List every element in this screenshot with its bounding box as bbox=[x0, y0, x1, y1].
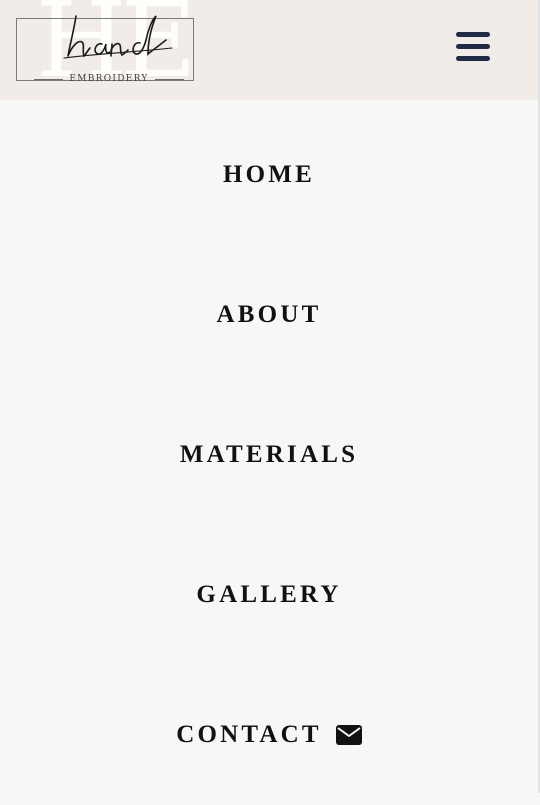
nav-item-label: GALLERY bbox=[196, 581, 342, 608]
hamburger-bar bbox=[456, 44, 490, 49]
nav-item-contact[interactable]: CONTACT bbox=[0, 665, 538, 805]
nav-item-about[interactable]: ABOUT bbox=[0, 245, 538, 385]
nav-item-label: ABOUT bbox=[216, 301, 322, 328]
nav-item-materials[interactable]: MATERIALS bbox=[0, 385, 538, 525]
nav-item-home[interactable]: HOME bbox=[0, 105, 538, 245]
nav-item-label: MATERIALS bbox=[179, 441, 359, 468]
logo-rule-right bbox=[154, 78, 184, 80]
nav-item-gallery[interactable]: GALLERY bbox=[0, 525, 538, 665]
site-logo[interactable]: HE EMBROIDERY bbox=[14, 0, 197, 100]
hamburger-bar bbox=[456, 56, 490, 61]
logo-subtitle-row: EMBROIDERY bbox=[34, 70, 184, 88]
hamburger-menu-icon[interactable] bbox=[454, 30, 494, 64]
nav-item-label: CONTACT bbox=[176, 721, 322, 748]
main-navigation-menu: HOME ABOUT MATERIALS GALLERY CONTACT bbox=[0, 100, 540, 793]
site-header: HE EMBROIDERY bbox=[0, 0, 540, 100]
hamburger-bar bbox=[456, 32, 490, 37]
nav-item-label: HOME bbox=[223, 161, 315, 188]
logo-rule-left bbox=[34, 78, 64, 80]
envelope-icon bbox=[335, 725, 362, 745]
logo-script-wordmark bbox=[63, 15, 173, 59]
logo-subtitle: EMBROIDERY bbox=[69, 74, 149, 84]
